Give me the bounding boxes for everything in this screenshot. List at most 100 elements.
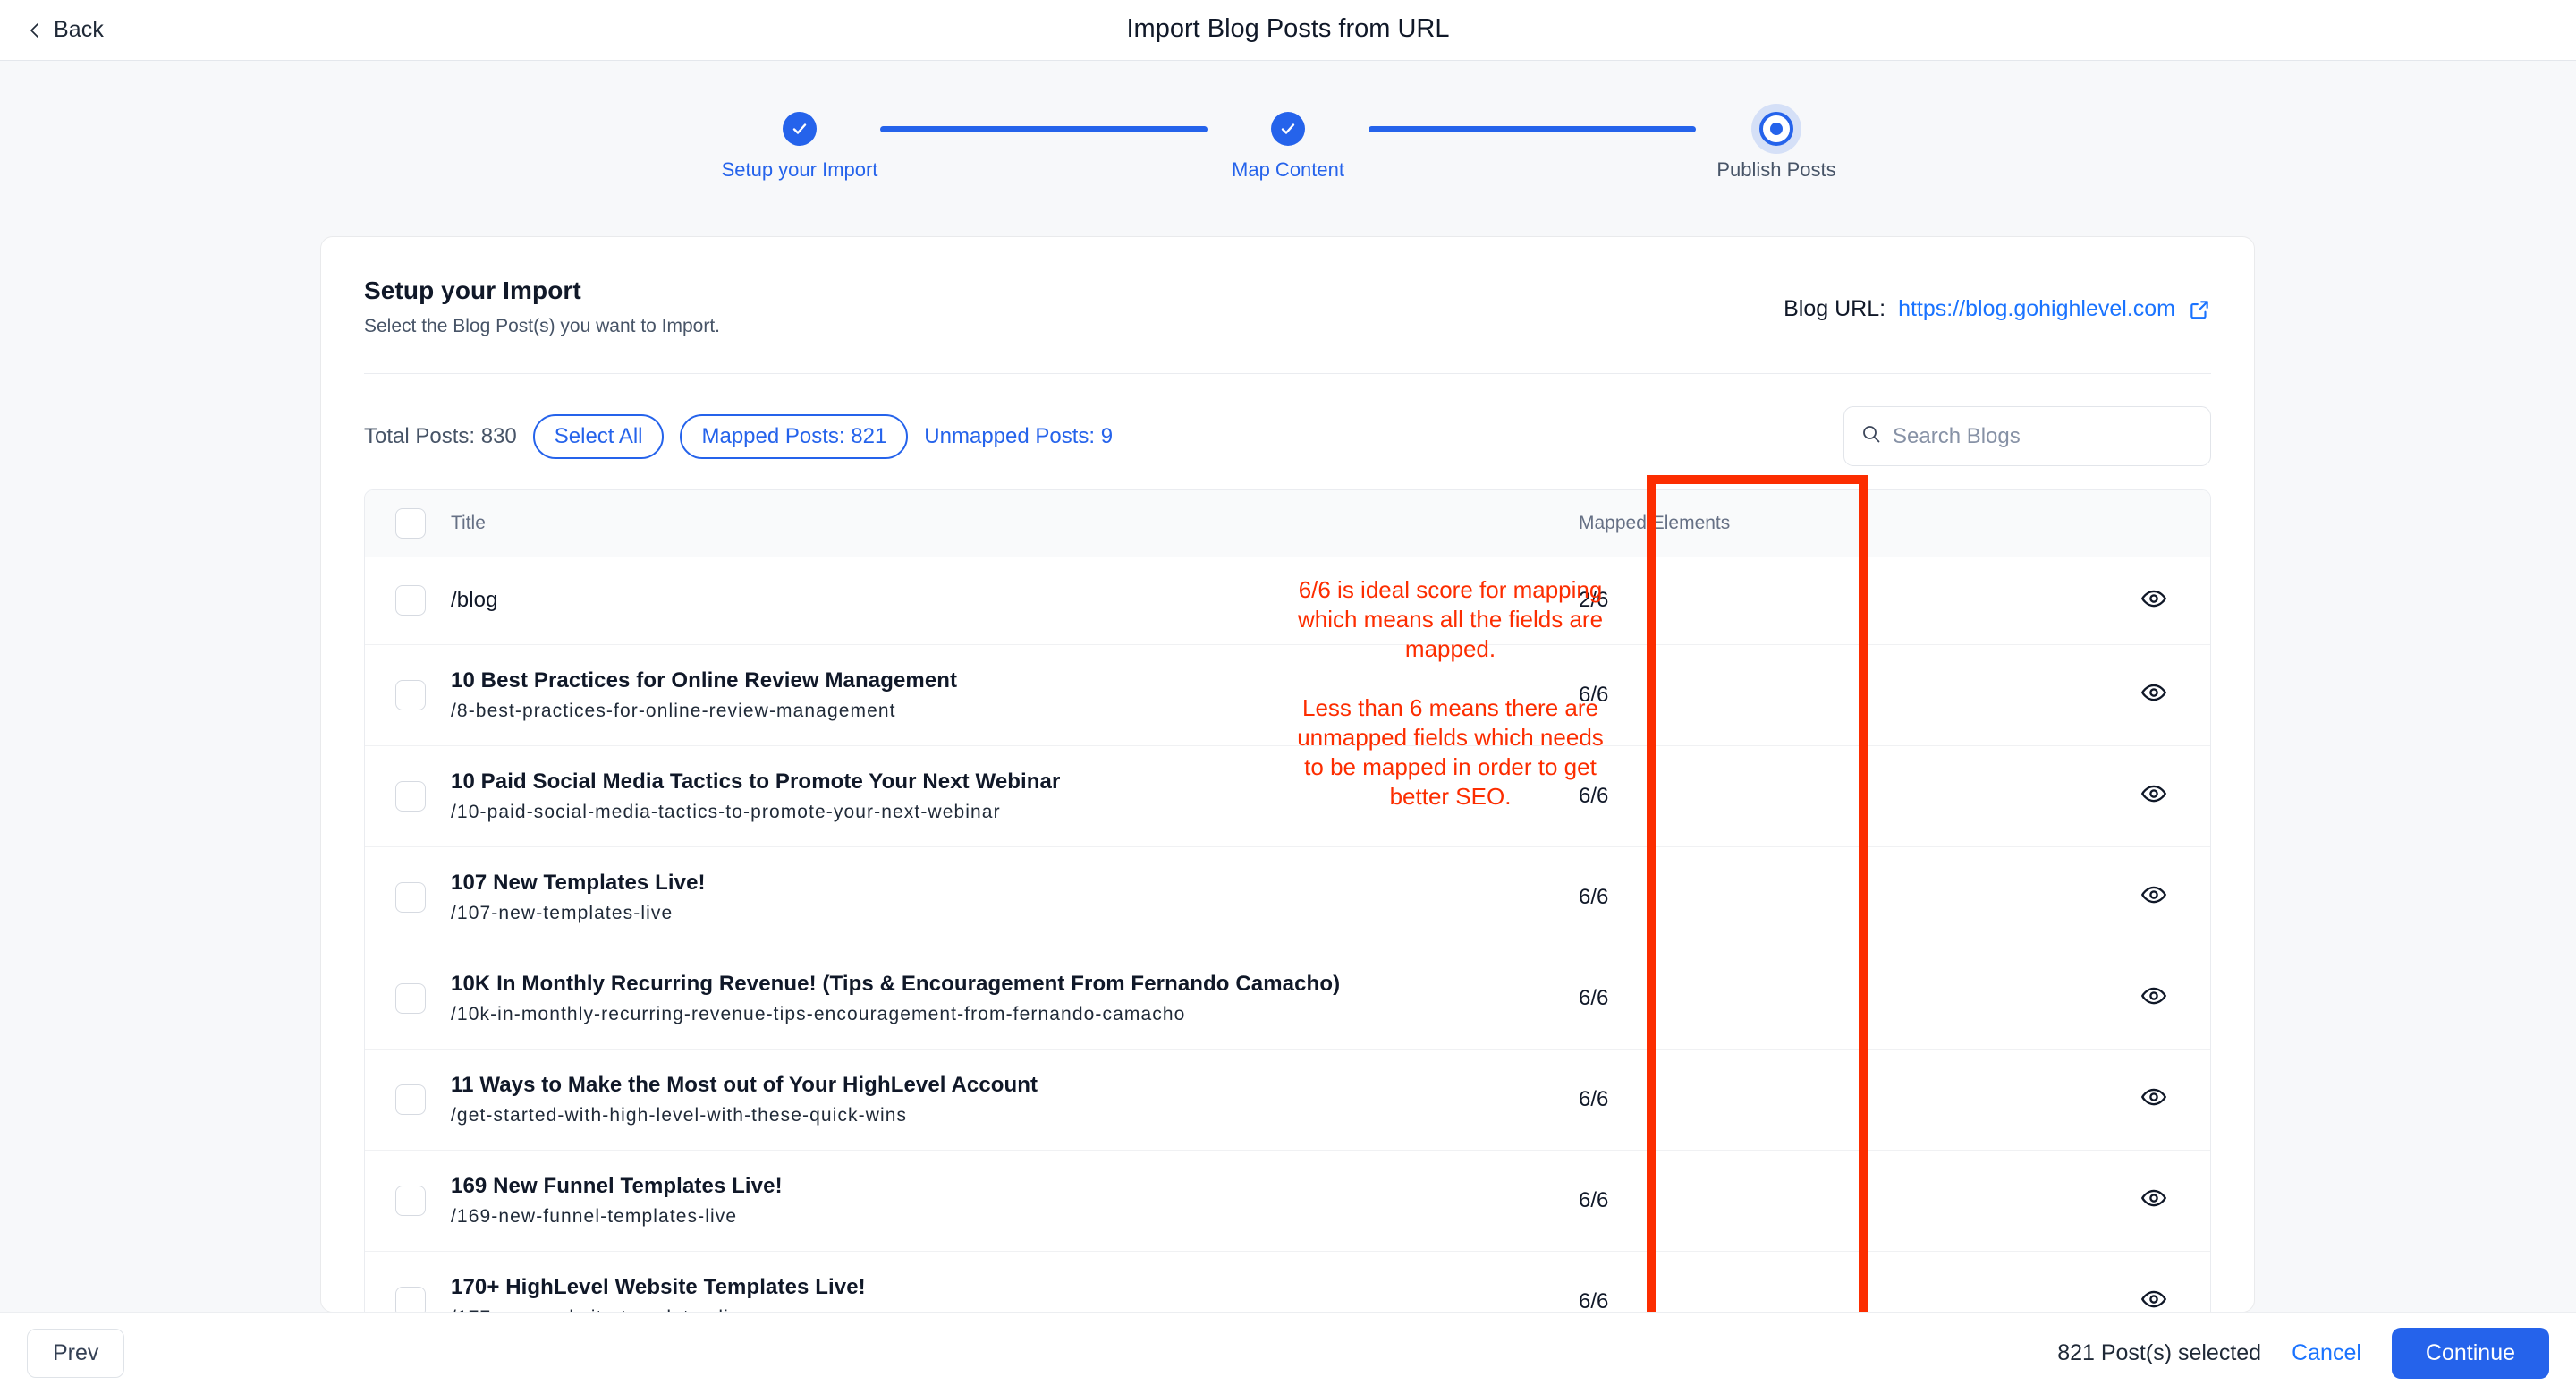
- row-title-cell: 107 New Templates Live! /107-new-template…: [451, 846, 1566, 948]
- blog-url-link[interactable]: https://blog.gohighlevel.com: [1898, 296, 2175, 322]
- unmapped-posts-button[interactable]: Unmapped Posts: 9: [924, 424, 1113, 449]
- row-mapped-elements: 6/6: [1566, 1251, 1790, 1313]
- row-action-cell: [1790, 1049, 2210, 1150]
- prev-button[interactable]: Prev: [27, 1329, 124, 1378]
- row-checkbox[interactable]: [395, 983, 426, 1014]
- step-check-icon: [1271, 112, 1305, 146]
- progress-stepper: Setup your Import Map Content Publish Po…: [0, 112, 2576, 182]
- page-title: Import Blog Posts from URL: [0, 14, 2576, 44]
- preview-eye-icon[interactable]: [2140, 1286, 2167, 1313]
- footer-bar: Prev 821 Post(s) selected Cancel Continu…: [0, 1312, 2576, 1394]
- preview-eye-icon[interactable]: [2140, 881, 2167, 913]
- row-slug: /get-started-with-high-level-with-these-…: [451, 1105, 1566, 1126]
- filter-left-group: Total Posts: 830 Select All Mapped Posts…: [364, 414, 1113, 459]
- row-action-cell: [1790, 1251, 2210, 1313]
- search-blogs-box[interactable]: [1843, 406, 2211, 466]
- row-checkbox-cell: [365, 948, 451, 1049]
- step-current-icon: [1759, 112, 1793, 146]
- annotation-paragraph-2: Less than 6 means there are unmapped fie…: [1288, 693, 1613, 811]
- blog-url-group: Blog URL: https://blog.gohighlevel.com: [1784, 276, 2211, 322]
- row-checkbox-cell: [365, 1049, 451, 1150]
- mapped-posts-button[interactable]: Mapped Posts: 821: [680, 414, 908, 459]
- selected-count-label: 821 Post(s) selected: [2057, 1340, 2261, 1366]
- preview-eye-icon[interactable]: [2140, 585, 2167, 616]
- cancel-button[interactable]: Cancel: [2292, 1340, 2361, 1366]
- row-checkbox[interactable]: [395, 781, 426, 812]
- filter-row: Total Posts: 830 Select All Mapped Posts…: [321, 374, 2254, 466]
- select-all-checkbox[interactable]: [395, 508, 426, 539]
- table-row[interactable]: 169 New Funnel Templates Live! /169-new-f…: [365, 1150, 2210, 1251]
- external-link-icon[interactable]: [2188, 298, 2211, 321]
- row-checkbox-cell: [365, 1251, 451, 1313]
- card-header-text: Setup your Import Select the Blog Post(s…: [364, 276, 720, 337]
- row-checkbox[interactable]: [395, 1287, 426, 1313]
- step-check-icon: [783, 112, 817, 146]
- row-mapped-elements: 6/6: [1566, 1049, 1790, 1150]
- row-mapped-elements: 6/6: [1566, 1150, 1790, 1251]
- preview-eye-icon[interactable]: [2140, 982, 2167, 1014]
- row-title-cell: 170+ HighLevel Website Templates Live!/1…: [451, 1251, 1566, 1313]
- row-checkbox-cell: [365, 745, 451, 846]
- row-action-cell: [1790, 846, 2210, 948]
- card-title: Setup your Import: [364, 276, 720, 305]
- row-title: 11 Ways to Make the Most out of Your Hig…: [451, 1073, 1566, 1098]
- header-mapped-elements: Mapped Elements: [1566, 490, 1790, 557]
- preview-eye-icon[interactable]: [2140, 679, 2167, 710]
- row-title-cell: 10K In Monthly Recurring Revenue! (Tips …: [451, 948, 1566, 1049]
- row-slug: /107-new-templates-live: [451, 903, 1566, 924]
- table-row[interactable]: 107 New Templates Live! /107-new-template…: [365, 846, 2210, 948]
- row-checkbox-cell: [365, 557, 451, 644]
- select-all-button[interactable]: Select All: [533, 414, 665, 459]
- row-checkbox[interactable]: [395, 585, 426, 616]
- preview-eye-icon[interactable]: [2140, 1084, 2167, 1115]
- row-action-cell: [1790, 1150, 2210, 1251]
- row-action-cell: [1790, 557, 2210, 644]
- header-actions: [1790, 490, 2210, 557]
- row-title: 170+ HighLevel Website Templates Live!: [451, 1275, 1566, 1300]
- step-label-publish-posts: Publish Posts: [1716, 158, 1835, 182]
- row-checkbox[interactable]: [395, 1186, 426, 1216]
- top-bar: Back Import Blog Posts from URL: [0, 0, 2576, 61]
- row-mapped-elements: 6/6: [1566, 948, 1790, 1049]
- header-checkbox-cell: [365, 490, 451, 557]
- step-connector-2: [1368, 126, 1696, 132]
- blog-url-label: Blog URL:: [1784, 296, 1885, 322]
- row-title: 107 New Templates Live!: [451, 871, 1566, 896]
- row-title: 169 New Funnel Templates Live!: [451, 1174, 1566, 1199]
- card-header: Setup your Import Select the Blog Post(s…: [321, 237, 2254, 337]
- card-subtitle: Select the Blog Post(s) you want to Impo…: [364, 316, 720, 337]
- step-connector-1: [880, 126, 1208, 132]
- row-title-cell: 169 New Funnel Templates Live! /169-new-f…: [451, 1150, 1566, 1251]
- header-title: Title: [451, 490, 1566, 557]
- row-action-cell: [1790, 745, 2210, 846]
- step-dot: [1770, 123, 1783, 135]
- search-icon: [1860, 423, 1882, 449]
- preview-eye-icon[interactable]: [2140, 1185, 2167, 1216]
- row-checkbox-cell: [365, 644, 451, 745]
- table-header-row: Title Mapped Elements: [365, 490, 2210, 557]
- table-row[interactable]: 11 Ways to Make the Most out of Your Hig…: [365, 1049, 2210, 1150]
- row-slug: /10k-in-monthly-recurring-revenue-tips-e…: [451, 1004, 1566, 1025]
- row-title-cell: 11 Ways to Make the Most out of Your Hig…: [451, 1049, 1566, 1150]
- row-action-cell: [1790, 644, 2210, 745]
- row-slug: /169-new-funnel-templates-live: [451, 1206, 1566, 1228]
- footer-right-group: 821 Post(s) selected Cancel Continue: [2057, 1328, 2549, 1379]
- search-input[interactable]: [1893, 424, 2194, 449]
- step-label-map-content: Map Content: [1232, 158, 1344, 182]
- row-checkbox[interactable]: [395, 1084, 426, 1115]
- row-mapped-elements: 6/6: [1566, 846, 1790, 948]
- table-row[interactable]: 10K In Monthly Recurring Revenue! (Tips …: [365, 948, 2210, 1049]
- row-checkbox-cell: [365, 1150, 451, 1251]
- row-checkbox-cell: [365, 846, 451, 948]
- row-checkbox[interactable]: [395, 680, 426, 710]
- annotation-text: 6/6 is ideal score for mapping which mea…: [1288, 575, 1613, 811]
- row-title: 10K In Monthly Recurring Revenue! (Tips …: [451, 972, 1566, 997]
- preview-eye-icon[interactable]: [2140, 780, 2167, 812]
- continue-button[interactable]: Continue: [2392, 1328, 2549, 1379]
- step-label-setup: Setup your Import: [722, 158, 878, 182]
- table-row[interactable]: 170+ HighLevel Website Templates Live!/1…: [365, 1251, 2210, 1313]
- annotation-paragraph-1: 6/6 is ideal score for mapping which mea…: [1288, 575, 1613, 663]
- row-action-cell: [1790, 948, 2210, 1049]
- row-checkbox[interactable]: [395, 882, 426, 913]
- total-posts-label: Total Posts: 830: [364, 424, 517, 449]
